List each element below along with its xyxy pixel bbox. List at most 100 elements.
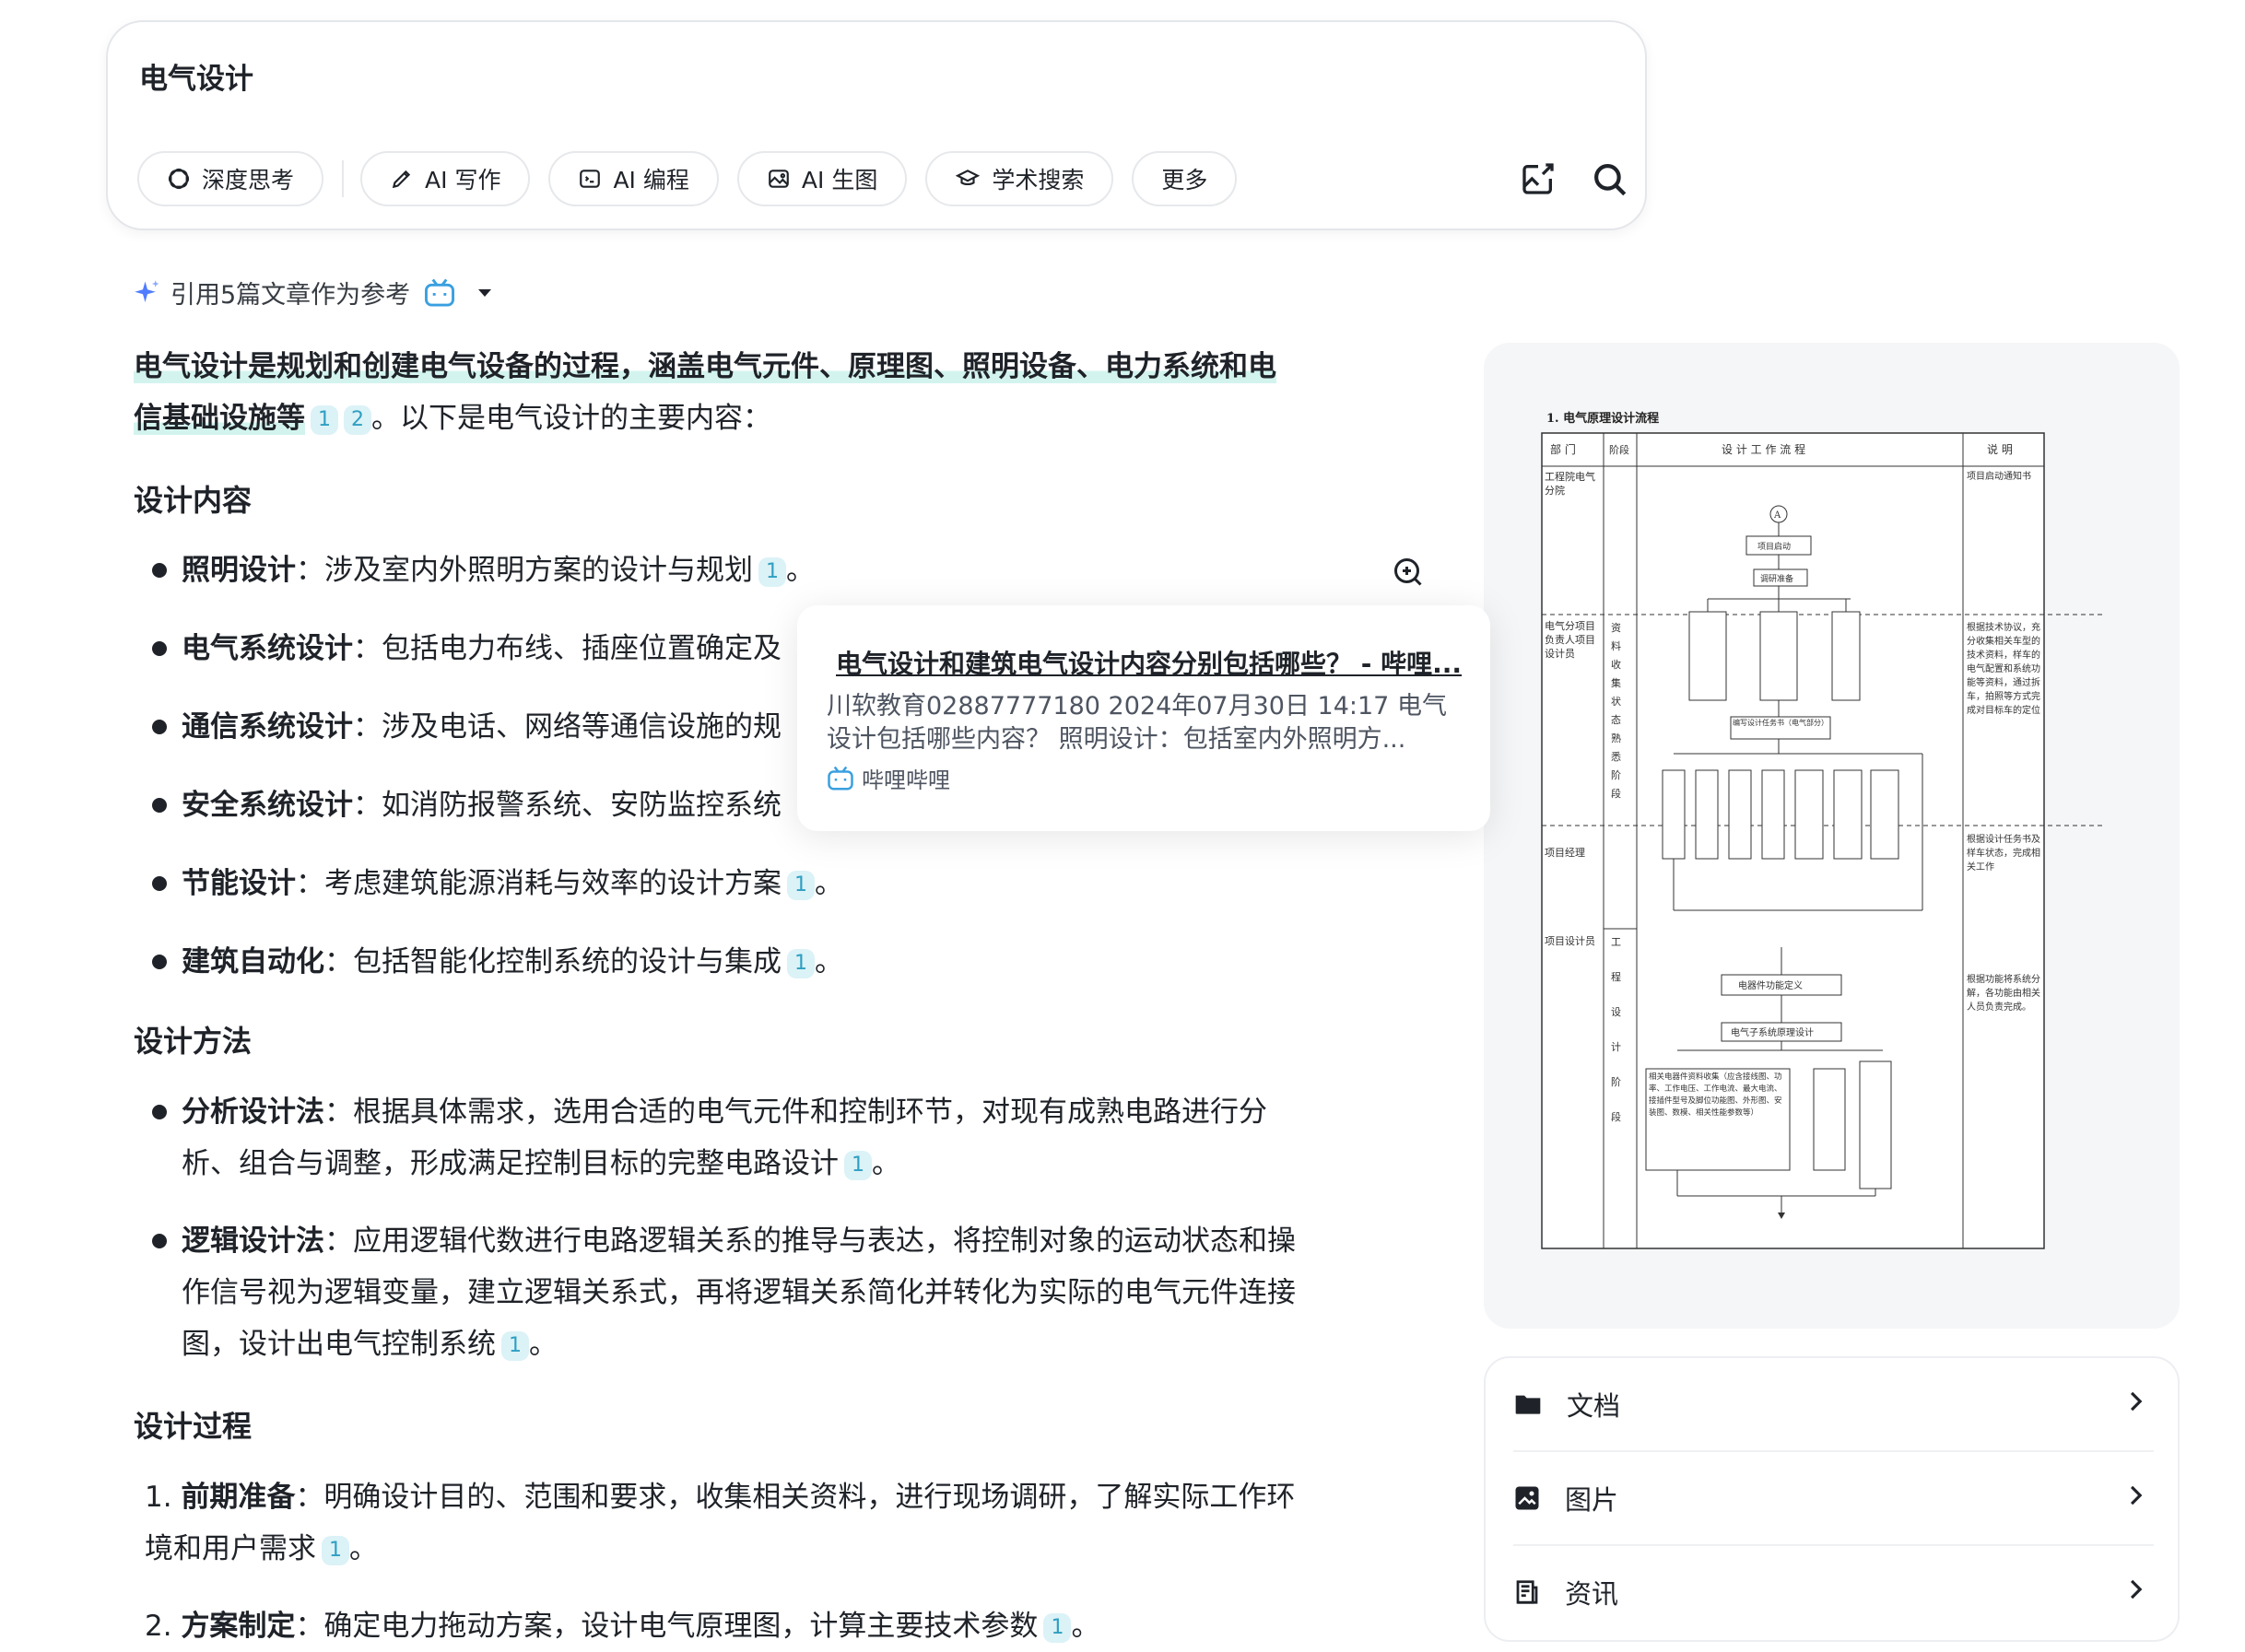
list-item: 逻辑设计法：应用逻辑代数进行电路逻辑关系的推导与表达，将控制对象的运动状态和操 … bbox=[182, 1215, 1296, 1370]
bullet-dot bbox=[152, 563, 167, 578]
search-query[interactable]: 电气设计 bbox=[139, 55, 253, 97]
citation-badge[interactable]: 1 bbox=[844, 1150, 872, 1180]
bullet-dot bbox=[152, 1105, 167, 1119]
chip-more[interactable]: 更多 bbox=[1132, 151, 1238, 206]
diagram-note: 根据功能将系统分解，各功能由相关人员负责完成。 bbox=[1967, 975, 2040, 1013]
citation-badge[interactable]: 1 bbox=[758, 557, 786, 587]
references-toggle[interactable]: 引用5篇文章作为参考 bbox=[134, 275, 502, 310]
list-item: 照明设计：涉及室内外照明方案的设计与规划 1。 bbox=[182, 545, 815, 596]
flowchart-image[interactable]: 1. 电气原理设计流程 部 门 阶段 设 计 工 作 流 程 说 明 工程院电气… bbox=[1537, 404, 2127, 1306]
citation-badge[interactable]: 1 bbox=[787, 948, 815, 978]
folder-icon bbox=[1515, 1395, 1541, 1414]
chip-label: 更多 bbox=[1161, 167, 1208, 193]
diagram-header: 说 明 bbox=[1987, 442, 2013, 456]
diagram-dept: 工程院电气分院 bbox=[1545, 471, 1595, 497]
period: 。 bbox=[786, 554, 815, 587]
diagram-note: 项目启动通知书 bbox=[1967, 472, 2031, 482]
item-text: ：涉及电话、网络等通信设施的规 bbox=[353, 710, 782, 744]
bullet-dot bbox=[152, 1234, 167, 1248]
bullet-dot bbox=[152, 955, 167, 969]
search-box[interactable]: 电气设计 深度思考 AI 写作 AI 编程 AI 生图 学术搜索 更多 bbox=[106, 20, 1647, 230]
diagram-box bbox=[1831, 611, 1861, 701]
ordered-list-item: 2. 方案制定：确定电力拖动方案，设计电气原理图，计算主要技术参数 1。 bbox=[145, 1600, 1099, 1652]
sparkle-icon bbox=[135, 279, 159, 302]
diagram-dept: 项目经理 bbox=[1545, 847, 1585, 859]
citation-preview-card[interactable]: 电气设计和建筑电气设计内容分别包括哪些？ - 哔哩... 川软教育0288777… bbox=[797, 605, 1490, 831]
bullet-dot bbox=[152, 798, 167, 813]
chip-ai-write[interactable]: AI 写作 bbox=[360, 151, 531, 206]
link-label: 资讯 bbox=[1565, 1578, 1619, 1610]
card-snippet: 川软教育02887777180 2024年07月30日 14:17 电气 设计包… bbox=[827, 690, 1453, 756]
item-text: ：涉及室内外照明方案的设计与规划 bbox=[296, 554, 753, 587]
period: 。 bbox=[815, 867, 843, 900]
diagram-box bbox=[1688, 611, 1727, 701]
period: 。 bbox=[529, 1328, 558, 1361]
item-term: 分析设计法 bbox=[182, 1095, 324, 1129]
chevron-right-icon bbox=[2130, 1391, 2143, 1412]
chip-label: AI 编程 bbox=[613, 167, 689, 193]
bilibili-icon bbox=[425, 278, 455, 307]
diagram-dept: 电气分项目负责人项目设计员 bbox=[1545, 620, 1595, 660]
item-text: ：确定电力拖动方案，设计电气原理图，计算主要技术参数 bbox=[295, 1610, 1039, 1643]
zoom-in-icon[interactable] bbox=[1392, 556, 1425, 589]
section-heading: 设计内容 bbox=[134, 483, 253, 518]
bilibili-icon bbox=[828, 766, 853, 790]
chip-label: AI 写作 bbox=[425, 167, 501, 193]
chip-academic-search[interactable]: 学术搜索 bbox=[925, 151, 1114, 206]
reference-image-panel[interactable]: 1. 电气原理设计流程 部 门 阶段 设 计 工 作 流 程 说 明 工程院电气… bbox=[1484, 343, 2180, 1329]
list-item: 通信系统设计：涉及电话、网络等通信设施的规 bbox=[182, 701, 782, 753]
chip-label: 深度思考 bbox=[202, 167, 295, 193]
item-text: 图，设计出电气控制系统 bbox=[182, 1328, 496, 1361]
item-term: 节能设计 bbox=[182, 867, 296, 900]
link-documents[interactable]: 文档 bbox=[1513, 1358, 2154, 1450]
graduation-cap-icon bbox=[956, 170, 981, 186]
diagram-box-label: 调研准备 bbox=[1760, 573, 1793, 584]
item-text: 析、组合与调整，形成满足控制目标的完整电路设计 bbox=[182, 1147, 839, 1180]
chip-ai-image[interactable]: AI 生图 bbox=[736, 151, 908, 206]
citation-badge[interactable]: 1 bbox=[501, 1330, 529, 1361]
item-text: 作信号视为逻辑变量，建立逻辑关系式，再将逻辑关系简化并转化为实际的电气元件连接 bbox=[182, 1276, 1296, 1309]
card-snippet-line: 设计包括哪些内容？ 照明设计：包括室内外照明方... bbox=[827, 725, 1406, 754]
diagram-connector-label: A bbox=[1773, 510, 1781, 521]
news-icon bbox=[1516, 1580, 1538, 1604]
diagram-box bbox=[1813, 1068, 1846, 1171]
citation-badge[interactable]: 1 bbox=[1043, 1612, 1072, 1643]
bullet-dot bbox=[152, 641, 167, 656]
caret-down-icon bbox=[478, 288, 492, 297]
answer-intro: 电气设计是规划和创建电气设备的过程，涵盖电气元件、原理图、照明设备、电力系统和电 bbox=[134, 341, 1276, 392]
item-number: 1. bbox=[145, 1481, 172, 1514]
search-icon[interactable] bbox=[1591, 160, 1629, 199]
chevron-right-icon bbox=[2130, 1485, 2143, 1506]
picture-icon bbox=[1515, 1486, 1539, 1510]
references-label: 引用5篇文章作为参考 bbox=[170, 281, 411, 310]
item-text: ：包括智能化控制系统的设计与集成 bbox=[324, 945, 782, 978]
item-term: 通信系统设计 bbox=[182, 710, 353, 744]
bullet-dot bbox=[152, 720, 167, 734]
citation-badge[interactable]: 1 bbox=[322, 1535, 349, 1565]
diagram-note: 根据设计任务书及样车状态，完成相关工作 bbox=[1967, 835, 2040, 873]
period: 。 bbox=[349, 1532, 378, 1565]
diagram-box bbox=[1794, 769, 1824, 860]
ordered-list-item: 1. 前期准备：明确设计目的、范围和要求，收集相关资料，进行现场调研，了解实际工… bbox=[145, 1471, 1295, 1575]
deep-think-icon bbox=[168, 168, 190, 190]
diagram-note: 根据技术协议，充分收集相关车型的技术资料，样车的电气配置和系统功能等资料，通过拆… bbox=[1967, 623, 2040, 716]
item-term: 逻辑设计法 bbox=[182, 1224, 324, 1258]
card-title-link[interactable]: 电气设计和建筑电气设计内容分别包括哪些？ - 哔哩... bbox=[836, 644, 1463, 681]
link-images[interactable]: 图片 bbox=[1513, 1452, 2154, 1544]
citation-badge[interactable]: 2 bbox=[344, 404, 371, 435]
citation-badge[interactable]: 1 bbox=[311, 404, 338, 435]
bullet-dot bbox=[152, 876, 167, 891]
list-item: 安全系统设计：如消防报警系统、安防监控系统 bbox=[182, 779, 782, 831]
chip-deep-think[interactable]: 深度思考 bbox=[137, 151, 324, 206]
item-text: 境和用户需求 bbox=[145, 1532, 316, 1565]
link-news[interactable]: 资讯 bbox=[1513, 1546, 2154, 1638]
diagram-title: 1. 电气原理设计流程 bbox=[1546, 411, 1659, 426]
diagram-box bbox=[1870, 769, 1899, 860]
chip-ai-code[interactable]: AI 编程 bbox=[548, 151, 719, 206]
citation-badge[interactable]: 1 bbox=[787, 870, 815, 900]
section-heading: 设计方法 bbox=[134, 1024, 253, 1059]
item-text: ：考虑建筑能源消耗与效率的设计方案 bbox=[296, 867, 782, 900]
image-search-icon[interactable] bbox=[1520, 160, 1557, 197]
diagram-box-label: 电器件功能定义 bbox=[1738, 979, 1803, 991]
image-icon bbox=[769, 170, 789, 188]
